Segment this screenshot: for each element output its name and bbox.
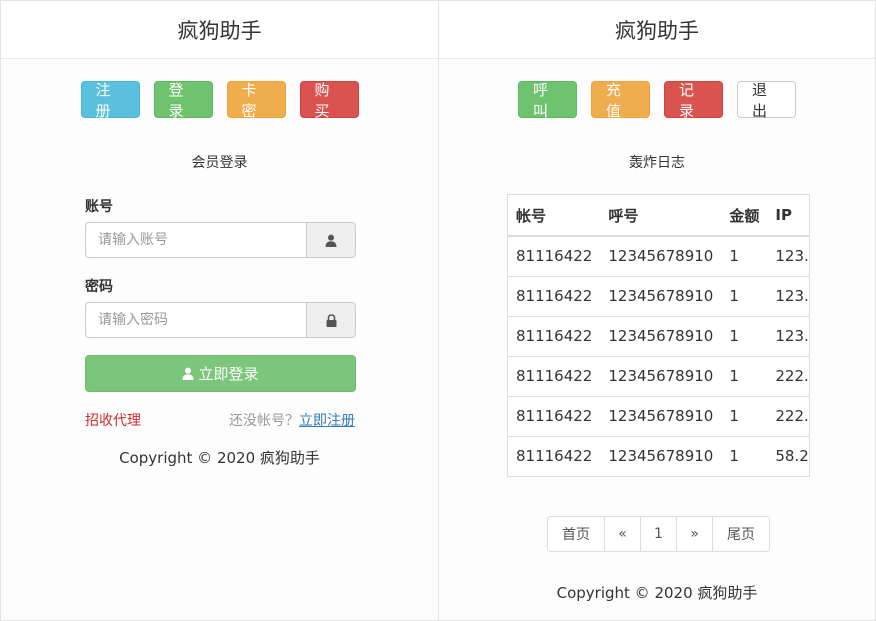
account-input[interactable] bbox=[85, 222, 306, 258]
table-header-row: 帐号 呼号 金额 IP bbox=[508, 195, 809, 237]
cell-account: 81116422 bbox=[508, 315, 601, 356]
register-now-link[interactable]: 立即注册 bbox=[299, 413, 355, 429]
cell-ip: 222.1 bbox=[767, 395, 809, 436]
app-title: 疯狗助手 bbox=[439, 1, 875, 59]
column-header-account: 帐号 bbox=[508, 195, 601, 237]
cell-account: 81116422 bbox=[508, 435, 601, 476]
left-button-row: 注册 登录 卡密 购买 bbox=[1, 81, 438, 120]
submit-login-label: 立即登录 bbox=[198, 365, 259, 383]
buy-button[interactable]: 购买 bbox=[299, 81, 359, 120]
cell-account: 81116422 bbox=[508, 275, 601, 316]
right-button-row: 呼叫 充值 记录 退出 bbox=[439, 81, 875, 120]
password-label: 密码 bbox=[85, 279, 113, 295]
log-title: 轰炸日志 bbox=[629, 155, 685, 171]
account-label: 账号 bbox=[85, 199, 113, 215]
table-row: 81116422 12345678910 1 123.5 bbox=[508, 315, 809, 356]
cell-ip: 123.5 bbox=[767, 235, 809, 276]
cell-ip: 58.24 bbox=[767, 435, 809, 476]
table-row: 81116422 12345678910 1 123.5 bbox=[508, 235, 809, 276]
cell-amount: 1 bbox=[721, 435, 768, 476]
call-button[interactable]: 呼叫 bbox=[518, 81, 577, 120]
cell-phone: 12345678910 bbox=[600, 435, 722, 476]
user-icon bbox=[182, 367, 194, 380]
lock-icon bbox=[306, 302, 356, 338]
column-header-amount: 金额 bbox=[721, 195, 768, 237]
table-row: 81116422 12345678910 1 222.1 bbox=[508, 355, 809, 396]
cell-amount: 1 bbox=[721, 275, 768, 316]
register-prompt: 还没帐号？立即注册 bbox=[229, 410, 355, 430]
pagination: 首页 « 1 » 尾页 bbox=[547, 516, 770, 552]
cell-account: 81116422 bbox=[508, 395, 601, 436]
copyright-text: Copyright © 2020 疯狗助手 bbox=[119, 449, 320, 467]
table-row: 81116422 12345678910 1 58.24 bbox=[508, 435, 809, 476]
recharge-button[interactable]: 充值 bbox=[591, 81, 650, 120]
card-key-button[interactable]: 卡密 bbox=[226, 81, 286, 120]
account-input-group bbox=[85, 222, 356, 258]
column-header-phone: 呼号 bbox=[600, 195, 722, 237]
app-title: 疯狗助手 bbox=[1, 1, 438, 59]
page-prev-button[interactable]: « bbox=[604, 516, 641, 552]
cell-ip: 123.5 bbox=[767, 275, 809, 316]
cell-phone: 12345678910 bbox=[600, 315, 722, 356]
page-next-button[interactable]: » bbox=[676, 516, 713, 552]
cell-account: 81116422 bbox=[508, 235, 601, 276]
column-header-ip: IP bbox=[767, 195, 809, 237]
cell-amount: 1 bbox=[721, 315, 768, 356]
log-table: 帐号 呼号 金额 IP 81116422 12345678910 1 123.5… bbox=[507, 194, 810, 477]
copyright-text: Copyright © 2020 疯狗助手 bbox=[556, 584, 758, 602]
table-row: 81116422 12345678910 1 123.5 bbox=[508, 275, 809, 316]
cell-amount: 1 bbox=[721, 395, 768, 436]
submit-login-button[interactable]: 立即登录 bbox=[85, 355, 356, 392]
cell-phone: 12345678910 bbox=[600, 235, 722, 276]
register-button[interactable]: 注册 bbox=[80, 81, 140, 120]
cell-phone: 12345678910 bbox=[600, 395, 722, 436]
agent-recruit-link[interactable]: 招收代理 bbox=[85, 410, 141, 430]
cell-amount: 1 bbox=[721, 235, 768, 276]
logout-button[interactable]: 退出 bbox=[737, 81, 796, 120]
login-tab-button[interactable]: 登录 bbox=[153, 81, 213, 120]
page-first-button[interactable]: 首页 bbox=[547, 516, 605, 552]
cell-ip: 222.1 bbox=[767, 355, 809, 396]
password-input-group bbox=[85, 302, 356, 338]
cell-amount: 1 bbox=[721, 355, 768, 396]
cell-ip: 123.5 bbox=[767, 315, 809, 356]
page-current-button[interactable]: 1 bbox=[640, 516, 677, 552]
cell-account: 81116422 bbox=[508, 355, 601, 396]
password-input[interactable] bbox=[85, 302, 306, 338]
cell-phone: 12345678910 bbox=[600, 355, 722, 396]
login-panel: 疯狗助手 注册 登录 卡密 购买 会员登录 账号 密码 立即登录 招收代理 还没… bbox=[0, 0, 439, 621]
no-account-text: 还没帐号？ bbox=[229, 413, 299, 429]
cell-phone: 12345678910 bbox=[600, 275, 722, 316]
member-login-title: 会员登录 bbox=[191, 155, 248, 171]
user-icon bbox=[306, 222, 356, 258]
table-row: 81116422 12345678910 1 222.1 bbox=[508, 395, 809, 436]
records-button[interactable]: 记录 bbox=[664, 81, 723, 120]
page-last-button[interactable]: 尾页 bbox=[712, 516, 770, 552]
